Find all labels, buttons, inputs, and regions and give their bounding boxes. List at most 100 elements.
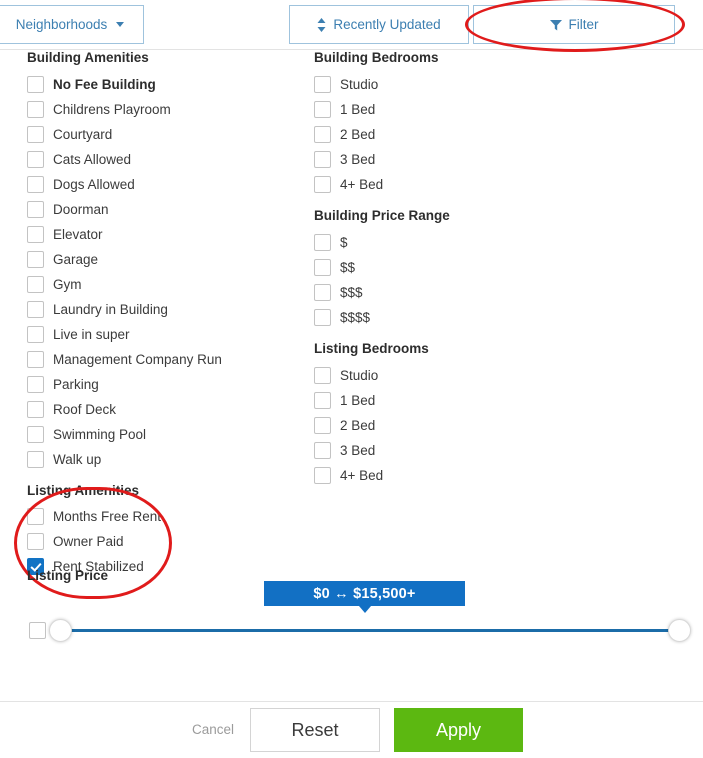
checkbox-label: $$	[340, 260, 356, 275]
top-toolbar: Neighborhoods Recently Updated Filter	[0, 0, 703, 50]
checkbox-label: Owner Paid	[53, 534, 124, 549]
checkbox-row[interactable]: Gym	[27, 272, 297, 297]
checkbox-row[interactable]: $$	[314, 255, 594, 280]
filter-button[interactable]: Filter	[473, 5, 675, 44]
checkbox-row[interactable]: Doorman	[27, 197, 297, 222]
listing-price-slider[interactable]: $0 ↔ $15,500+	[27, 581, 691, 649]
checkbox-icon[interactable]	[314, 309, 331, 326]
checkbox-label: Studio	[340, 368, 379, 383]
checkbox-row[interactable]: $$$	[314, 280, 594, 305]
checkbox-icon[interactable]	[314, 126, 331, 143]
checkbox-label: Parking	[53, 377, 99, 392]
chevron-down-icon	[116, 22, 125, 27]
checkbox-row[interactable]: Management Company Run	[27, 347, 297, 372]
checkbox-group-listing-bedrooms: Studio 1 Bed 2 Bed 3 Bed 4+ Bed	[314, 363, 594, 488]
checkbox-icon[interactable]	[27, 301, 44, 318]
sort-updown-icon	[317, 17, 326, 32]
checkbox-row[interactable]: No Fee Building	[27, 72, 297, 97]
checkbox-label: 3 Bed	[340, 152, 376, 167]
checkbox-icon[interactable]	[314, 151, 331, 168]
checkbox-row[interactable]: 3 Bed	[314, 147, 594, 172]
checkbox-row[interactable]: 4+ Bed	[314, 463, 594, 488]
checkbox-icon[interactable]	[314, 367, 331, 384]
checkbox-icon[interactable]	[314, 417, 331, 434]
checkbox-row[interactable]: $	[314, 230, 594, 255]
checkbox-icon[interactable]	[314, 467, 331, 484]
checkbox-row[interactable]: Laundry in Building	[27, 297, 297, 322]
checkbox-row[interactable]: Parking	[27, 372, 297, 397]
checkbox-icon[interactable]	[27, 151, 44, 168]
section-title-listing-amenities: Listing Amenities	[27, 483, 140, 498]
checkbox-icon[interactable]	[314, 101, 331, 118]
checkbox-row[interactable]: 1 Bed	[314, 97, 594, 122]
checkbox-row[interactable]: 4+ Bed	[314, 172, 594, 197]
checkbox-row[interactable]: 2 Bed	[314, 413, 594, 438]
section-listing-bedrooms: Listing Bedrooms Studio 1 Bed 2 Bed 3 Bed 4+…	[314, 341, 594, 488]
checkbox-label: 1 Bed	[340, 393, 376, 408]
checkbox-icon[interactable]	[27, 101, 44, 118]
listing-price-enable-checkbox[interactable]	[29, 622, 46, 639]
checkbox-row[interactable]: 3 Bed	[314, 438, 594, 463]
cancel-button[interactable]: Cancel	[192, 722, 234, 737]
checkbox-icon[interactable]	[27, 76, 44, 93]
checkbox-icon[interactable]	[27, 226, 44, 243]
checkbox-icon[interactable]	[314, 392, 331, 409]
checkbox-row[interactable]: Roof Deck	[27, 397, 297, 422]
slider-handle-min[interactable]	[49, 619, 72, 642]
checkbox-label: Cats Allowed	[53, 152, 132, 167]
checkbox-row[interactable]: Cats Allowed	[27, 147, 297, 172]
checkbox-label: 3 Bed	[340, 443, 376, 458]
checkbox-icon[interactable]	[27, 201, 44, 218]
checkbox-icon[interactable]	[27, 276, 44, 293]
checkbox-icon[interactable]	[27, 451, 44, 468]
checkbox-label: Management Company Run	[53, 352, 222, 367]
checkbox-label: No Fee Building	[53, 77, 156, 92]
checkbox-row[interactable]: Dogs Allowed	[27, 172, 297, 197]
checkbox-row[interactable]: Studio	[314, 363, 594, 388]
checkbox-row[interactable]: Garage	[27, 247, 297, 272]
checkbox-label: Roof Deck	[53, 402, 117, 417]
checkbox-icon[interactable]	[27, 426, 44, 443]
checkbox-icon[interactable]	[314, 234, 331, 251]
checkbox-row[interactable]: $$$$	[314, 305, 594, 330]
slider-track[interactable]	[59, 629, 679, 632]
slider-handle-max[interactable]	[668, 619, 691, 642]
neighborhoods-button-label: Neighborhoods	[15, 17, 108, 32]
checkbox-row[interactable]: 1 Bed	[314, 388, 594, 413]
filter-button-label: Filter	[568, 17, 599, 32]
checkbox-row[interactable]: Courtyard	[27, 122, 297, 147]
checkbox-icon[interactable]	[314, 284, 331, 301]
checkbox-icon[interactable]	[27, 351, 44, 368]
apply-button[interactable]: Apply	[394, 708, 523, 752]
checkbox-icon[interactable]	[27, 326, 44, 343]
checkbox-label: 2 Bed	[340, 418, 376, 433]
sort-recently-updated-button[interactable]: Recently Updated	[289, 5, 469, 44]
checkbox-icon[interactable]	[27, 251, 44, 268]
checkbox-icon[interactable]	[314, 176, 331, 193]
checkbox-row[interactable]: Elevator	[27, 222, 297, 247]
checkbox-icon[interactable]	[314, 442, 331, 459]
reset-button[interactable]: Reset	[250, 708, 380, 752]
checkbox-row[interactable]: Studio	[314, 72, 594, 97]
neighborhoods-button[interactable]: Neighborhoods	[0, 5, 144, 44]
checkbox-icon[interactable]	[27, 533, 44, 550]
checkbox-group-building-amenities: No Fee Building Childrens Playroom Courtya…	[27, 72, 297, 472]
checkbox-icon[interactable]	[27, 508, 44, 525]
checkbox-row[interactable]: Months Free Rent	[27, 504, 297, 529]
sort-button-label: Recently Updated	[333, 17, 441, 32]
checkbox-icon[interactable]	[27, 126, 44, 143]
checkbox-icon[interactable]	[314, 76, 331, 93]
checkbox-row[interactable]: Swimming Pool	[27, 422, 297, 447]
checkbox-row[interactable]: Live in super	[27, 322, 297, 347]
checkbox-icon[interactable]	[314, 259, 331, 276]
checkbox-icon[interactable]	[27, 401, 44, 418]
checkbox-row[interactable]: 2 Bed	[314, 122, 594, 147]
checkbox-row[interactable]: Walk up	[27, 447, 297, 472]
checkbox-icon[interactable]	[27, 176, 44, 193]
checkbox-label: $	[340, 235, 348, 250]
checkbox-icon[interactable]	[27, 376, 44, 393]
checkbox-label: Childrens Playroom	[53, 102, 171, 117]
funnel-filter-icon	[549, 19, 562, 31]
checkbox-row[interactable]: Owner Paid	[27, 529, 297, 554]
checkbox-row[interactable]: Childrens Playroom	[27, 97, 297, 122]
